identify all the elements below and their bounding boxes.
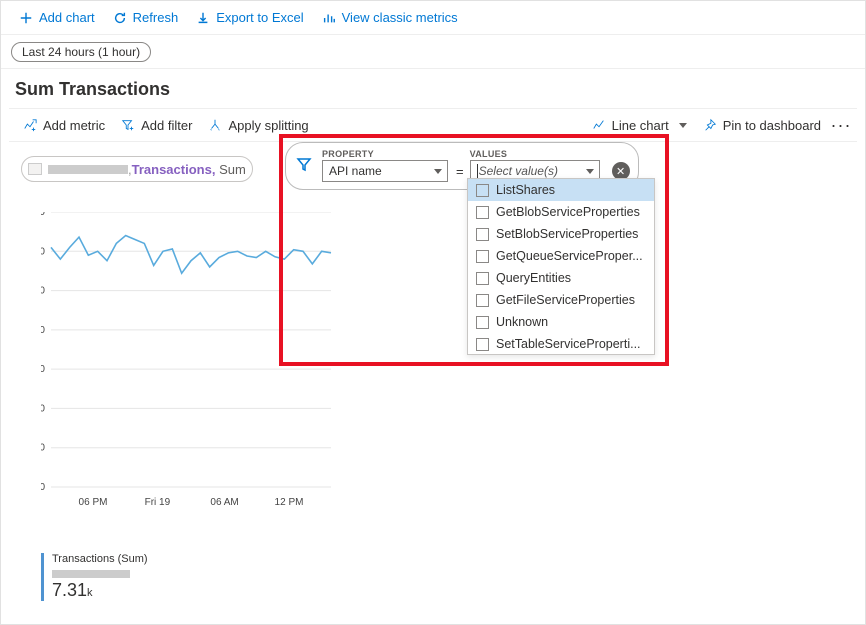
filter-values-label: VALUES: [470, 149, 600, 159]
svg-text:12 PM: 12 PM: [275, 497, 304, 508]
add-metric-button[interactable]: Add metric: [15, 114, 113, 137]
metric-value: 7.31k: [52, 580, 148, 601]
dropdown-item[interactable]: GetBlobServiceProperties: [468, 201, 654, 223]
filter-property-label: PROPERTY: [322, 149, 448, 159]
filter-property-value: API name: [329, 164, 382, 178]
svg-text:06 AM: 06 AM: [210, 497, 238, 508]
dropdown-item[interactable]: QueryEntities: [468, 267, 654, 289]
svg-text:Fri 19: Fri 19: [145, 497, 171, 508]
apply-splitting-label: Apply splitting: [228, 118, 308, 133]
metric-title: Transactions (Sum): [52, 553, 148, 565]
plus-icon: [19, 11, 33, 25]
metric-placeholder: [52, 570, 130, 578]
classic-metrics-button[interactable]: View classic metrics: [314, 6, 466, 29]
export-label: Export to Excel: [216, 10, 303, 25]
more-button[interactable]: ···: [829, 115, 853, 136]
download-icon: [196, 11, 210, 25]
svg-text:200: 200: [41, 325, 45, 336]
svg-text:06 PM: 06 PM: [79, 497, 108, 508]
add-filter-button[interactable]: Add filter: [113, 114, 200, 137]
dropdown-item-label: ListShares: [496, 183, 555, 197]
timerange-label: Last 24 hours (1 hour): [22, 45, 140, 59]
legend-metric: Transactions,: [132, 162, 216, 177]
chart-type-button[interactable]: Line chart: [584, 114, 695, 137]
svg-text:150: 150: [41, 364, 45, 375]
dropdown-item-label: SetBlobServiceProperties: [496, 227, 638, 241]
checkbox-icon: [476, 294, 489, 307]
svg-text:50: 50: [41, 443, 45, 454]
svg-text:350: 350: [41, 212, 45, 218]
filter-icon: [296, 156, 316, 175]
dropdown-item[interactable]: SetBlobServiceProperties: [468, 223, 654, 245]
export-button[interactable]: Export to Excel: [188, 6, 311, 29]
add-metric-label: Add metric: [43, 118, 105, 133]
legend-swatch-icon: [28, 163, 42, 175]
pin-icon: [703, 118, 717, 132]
chart-type-label: Line chart: [612, 118, 669, 133]
dropdown-item[interactable]: GetQueueServiceProper...: [468, 245, 654, 267]
classic-label: View classic metrics: [342, 10, 458, 25]
dropdown-item-label: SetTableServiceProperti...: [496, 337, 641, 351]
svg-text:100: 100: [41, 403, 45, 414]
dropdown-item-label: Unknown: [496, 315, 548, 329]
legend-placeholder: [48, 165, 128, 174]
add-chart-label: Add chart: [39, 10, 95, 25]
action-bar: Add metric Add filter Apply splitting Li…: [9, 108, 857, 142]
dropdown-item-label: GetBlobServiceProperties: [496, 205, 640, 219]
checkbox-icon: [476, 338, 489, 351]
chart-area: , Transactions, Sum ✕ PROPERTY API name …: [1, 142, 865, 607]
pin-label: Pin to dashboard: [723, 118, 821, 133]
svg-text:0: 0: [41, 482, 45, 493]
pin-button[interactable]: Pin to dashboard: [695, 114, 829, 137]
line-chart: 0 50 100 150 200 250 300 350 06 PM Fri 19 06 AM 12 …: [41, 212, 341, 517]
checkbox-icon: [476, 184, 489, 197]
top-toolbar: Add chart Refresh Export to Excel View c…: [1, 1, 865, 35]
metric-legend-pill[interactable]: , Transactions, Sum: [21, 156, 253, 182]
bar-chart-icon: [322, 11, 336, 25]
dropdown-item-label: GetFileServiceProperties: [496, 293, 635, 307]
dropdown-item[interactable]: Unknown: [468, 311, 654, 333]
refresh-button[interactable]: Refresh: [105, 6, 187, 29]
apply-splitting-button[interactable]: Apply splitting: [200, 114, 316, 137]
filter-values-placeholder: Select value(s): [477, 164, 558, 178]
metric-plus-icon: [23, 118, 37, 132]
svg-text:250: 250: [41, 286, 45, 297]
svg-text:300: 300: [41, 246, 45, 257]
metric-card: Transactions (Sum) 7.31k: [41, 553, 148, 601]
timerange-bar: Last 24 hours (1 hour): [1, 35, 865, 69]
dropdown-item[interactable]: ListShares: [468, 179, 654, 201]
dropdown-item[interactable]: GetFileServiceProperties: [468, 289, 654, 311]
chevron-down-icon: [434, 169, 442, 174]
add-chart-button[interactable]: Add chart: [11, 6, 103, 29]
dropdown-scroll[interactable]: ListShares GetBlobServiceProperties SetBlo…: [468, 179, 654, 354]
chevron-down-icon: [586, 169, 594, 174]
filter-equals: =: [456, 164, 464, 179]
checkbox-icon: [476, 228, 489, 241]
checkbox-icon: [476, 206, 489, 219]
checkbox-icon: [476, 316, 489, 329]
legend-agg: Sum: [219, 162, 246, 177]
chevron-down-icon: [679, 123, 687, 128]
values-dropdown: ListShares GetBlobServiceProperties SetBlo…: [467, 178, 655, 355]
filter-plus-icon: [121, 118, 135, 132]
page-title: Sum Transactions: [15, 79, 851, 100]
filter-property-select[interactable]: API name: [322, 160, 448, 182]
refresh-icon: [113, 11, 127, 25]
refresh-label: Refresh: [133, 10, 179, 25]
dropdown-item-label: QueryEntities: [496, 271, 571, 285]
dropdown-item-label: GetQueueServiceProper...: [496, 249, 643, 263]
checkbox-icon: [476, 250, 489, 263]
line-chart-icon: [592, 118, 606, 132]
add-filter-label: Add filter: [141, 118, 192, 133]
timerange-pill[interactable]: Last 24 hours (1 hour): [11, 42, 151, 62]
split-icon: [208, 118, 222, 132]
checkbox-icon: [476, 272, 489, 285]
dropdown-item[interactable]: SetTableServiceProperti...: [468, 333, 654, 354]
title-section: Sum Transactions: [1, 69, 865, 108]
